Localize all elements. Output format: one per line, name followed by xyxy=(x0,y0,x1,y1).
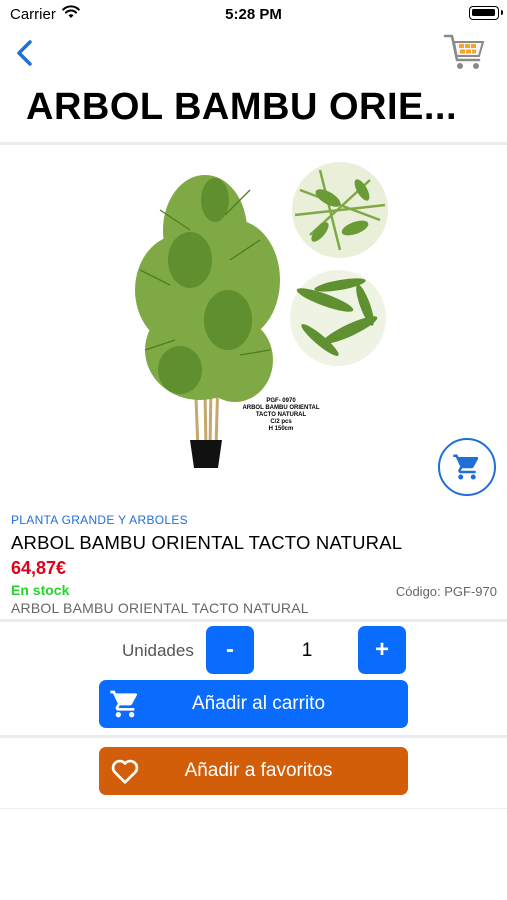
cart-button[interactable] xyxy=(443,30,487,74)
clock: 5:28 PM xyxy=(225,6,282,23)
caption-line: C/2 pcs xyxy=(270,419,292,425)
chevron-left-icon xyxy=(17,40,32,66)
divider xyxy=(0,619,507,622)
add-to-cart-label: Añadir al carrito xyxy=(191,693,326,714)
product-description: ARBOL BAMBU ORIENTAL TACTO NATURAL xyxy=(11,600,309,616)
cart-icon xyxy=(453,454,479,480)
product-code: Código: PGF-970 xyxy=(395,584,497,599)
caption-line: H 150cm xyxy=(268,426,294,432)
add-to-favorites-button[interactable]: Añadir a favoritos xyxy=(99,747,408,795)
add-to-favorites-label: Añadir a favoritos xyxy=(184,760,333,781)
quick-add-cart-button[interactable] xyxy=(438,438,496,496)
add-to-cart-button[interactable]: Añadir al carrito xyxy=(99,680,408,728)
stock-status: En stock xyxy=(11,582,70,598)
caption-line: ARBOL BAMBU ORIENTAL xyxy=(242,405,320,411)
caption-line: PGF- 0970 xyxy=(266,398,296,404)
divider xyxy=(0,142,507,145)
quantity-value: 1 xyxy=(301,640,313,661)
page-title: ARBOL BAMBU ORIE... xyxy=(26,86,458,128)
image-caption: PGF- 0970 ARBOL BAMBU ORIENTAL TACTO NAT… xyxy=(236,398,326,433)
units-label: Unidades xyxy=(122,641,194,660)
back-button[interactable] xyxy=(10,36,42,70)
product-price: 64,87€ xyxy=(11,558,67,578)
caption-line: TACTO NATURAL xyxy=(255,412,307,418)
decrease-quantity-button[interactable]: - xyxy=(206,626,254,674)
divider xyxy=(0,808,507,809)
divider xyxy=(0,735,507,738)
product-name: ARBOL BAMBU ORIENTAL TACTO NATURAL xyxy=(11,532,403,553)
product-category[interactable]: PLANTA GRANDE Y ARBOLES xyxy=(11,513,188,527)
battery-icon xyxy=(469,6,503,20)
increase-quantity-button[interactable]: + xyxy=(358,626,406,674)
status-bar: Carrier 5:28 PM xyxy=(0,0,507,28)
shopping-cart-icon xyxy=(443,34,485,69)
